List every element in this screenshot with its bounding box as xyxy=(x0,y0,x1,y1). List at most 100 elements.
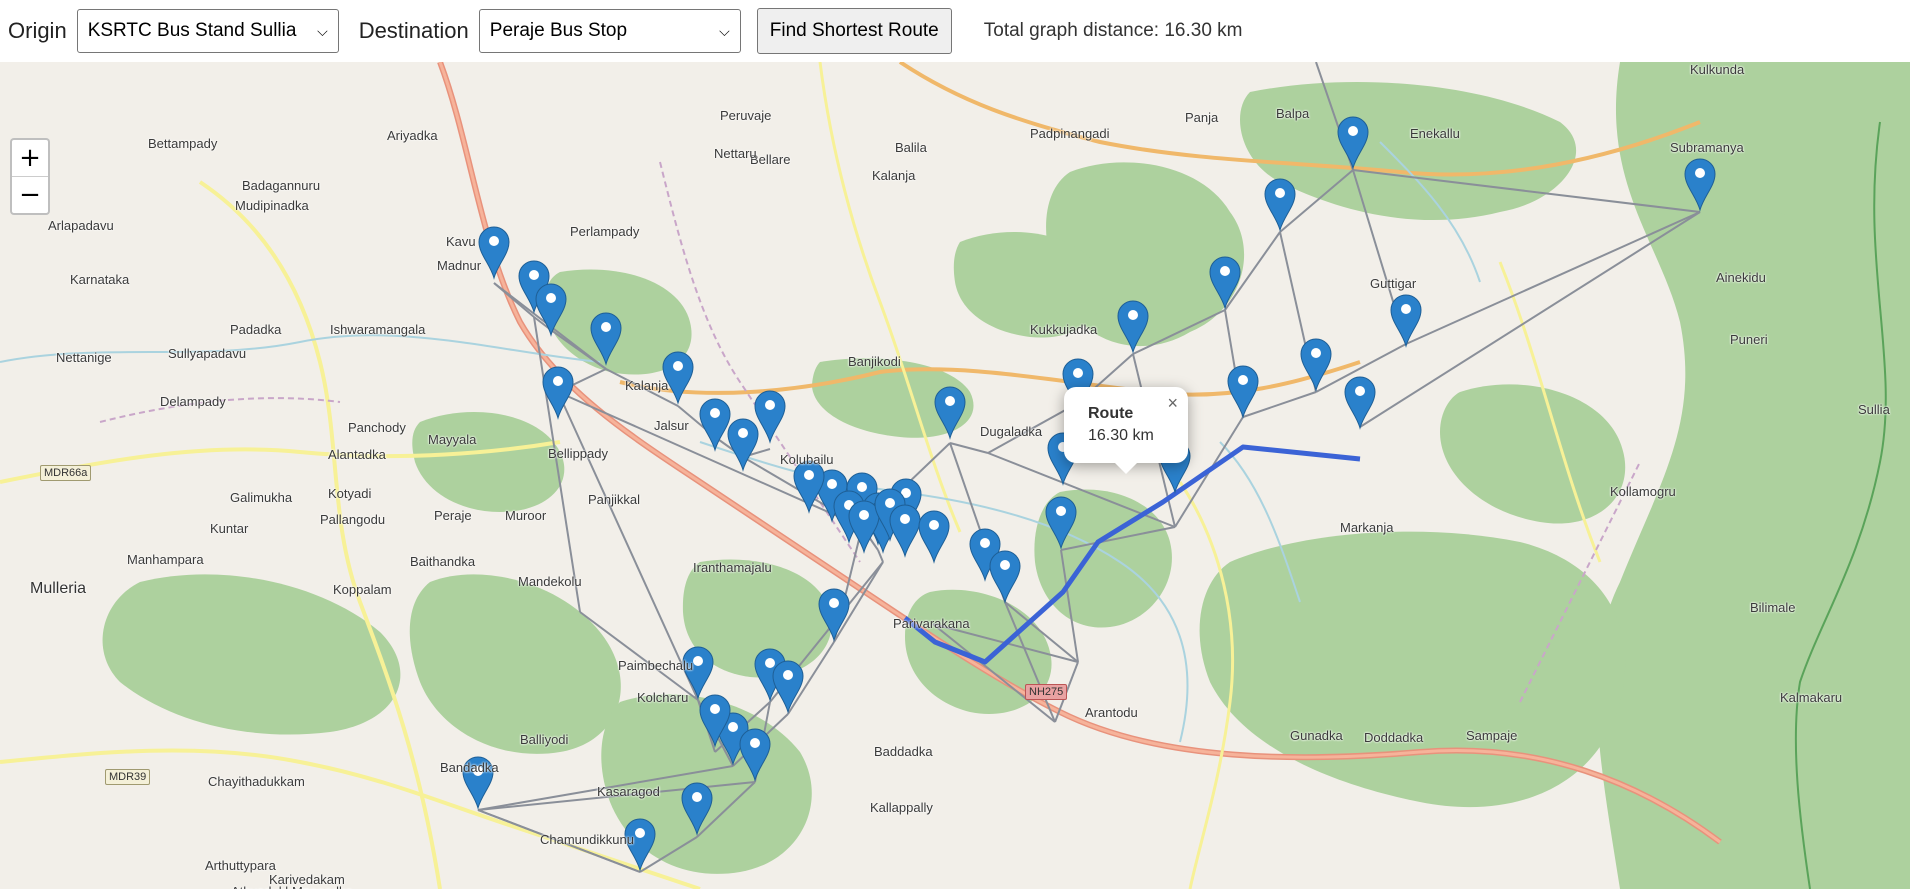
place-label: Banjikodi xyxy=(848,354,901,369)
place-label: Kavu xyxy=(446,234,476,249)
map[interactable]: KeyyuruPeruvajeBellareBalilaPadpinangadi… xyxy=(0,62,1910,889)
place-label: Badagannuru xyxy=(242,178,321,193)
chevron-down-icon: ⌵ xyxy=(719,22,730,39)
place-label: Muroor xyxy=(505,508,547,523)
place-label: Baddadka xyxy=(874,744,933,759)
bus-stop-marker-icon[interactable] xyxy=(772,660,804,714)
place-label: Karnataka xyxy=(70,272,130,287)
place-label: Perlampady xyxy=(570,224,640,239)
place-label: Chayithadukkam xyxy=(208,774,305,789)
place-label: Markanja xyxy=(1340,520,1394,535)
place-label: Dugaladka xyxy=(980,424,1043,439)
place-label: Gunadka xyxy=(1290,728,1343,743)
place-label: Puneri xyxy=(1730,332,1768,347)
place-label: Panjikkal xyxy=(588,492,641,507)
close-icon[interactable]: × xyxy=(1167,393,1178,414)
place-label: Ishwaramangala xyxy=(330,322,426,337)
place-label: Kotyadi xyxy=(328,486,372,501)
place-label: Kolcharu xyxy=(637,690,689,705)
place-label: Mudipinadka xyxy=(235,198,309,213)
destination-select[interactable]: Peraje Bus Stop ⌵ xyxy=(478,9,741,53)
place-label: Mannadka xyxy=(292,884,353,889)
place-label: Nettanige xyxy=(56,350,112,365)
place-label: Panja xyxy=(1185,110,1219,125)
origin-select-value: KSRTC Bus Stand Sullia xyxy=(87,20,297,41)
bus-stop-marker-icon[interactable] xyxy=(699,398,731,452)
place-label: Parivarakana xyxy=(893,616,970,631)
total-distance-text: Total graph distance: 16.30 km xyxy=(983,20,1243,41)
place-label: Ariyadka xyxy=(387,128,438,143)
road-shield: MDR39 xyxy=(105,769,151,785)
place-label: Chamundikkunu xyxy=(540,832,634,847)
place-label: Kuntar xyxy=(210,521,249,536)
place-label: Kukkujadka xyxy=(1030,322,1098,337)
place-label: Kalanja xyxy=(872,168,916,183)
place-label: Bellippady xyxy=(548,446,608,461)
place-label: Manhampara xyxy=(127,552,204,567)
forest-areas xyxy=(102,62,1910,889)
place-label: Balila xyxy=(895,140,927,155)
place-label: Arlapadavu xyxy=(48,218,114,233)
place-label: Bettampady xyxy=(148,136,218,151)
place-label: Bandadka xyxy=(440,760,499,775)
popup-tip xyxy=(1112,460,1140,474)
place-label: Guttigar xyxy=(1370,276,1417,291)
bus-stop-marker-icon[interactable] xyxy=(793,460,825,514)
destination-label: Destination xyxy=(358,18,469,43)
place-label: Baithandka xyxy=(410,554,476,569)
find-shortest-route-button[interactable]: Find Shortest Route xyxy=(756,8,952,54)
place-label: Balpa xyxy=(1276,106,1310,121)
place-label: Alantadka xyxy=(328,447,386,462)
place-label: Doddadka xyxy=(1364,730,1424,745)
place-label: Padpinangadi xyxy=(1030,126,1110,141)
road-shield: NH275 xyxy=(1025,684,1068,700)
road-shield: MDR66a xyxy=(40,465,92,481)
place-label: Bilimale xyxy=(1750,600,1796,615)
place-label: Enekallu xyxy=(1410,126,1460,141)
bus-stop-marker-icon[interactable] xyxy=(478,226,510,280)
zoom-out-button[interactable]: − xyxy=(12,176,48,213)
toolbar: Origin KSRTC Bus Stand Sullia ⌵ Destinat… xyxy=(0,0,1910,62)
place-label: Padadka xyxy=(230,322,282,337)
place-label: Mayyala xyxy=(428,432,477,447)
place-label: Peraje xyxy=(434,508,472,523)
place-label: Sullyapadavu xyxy=(168,346,247,361)
place-label: Subramanya xyxy=(1670,140,1744,155)
place-label: Kulkunda xyxy=(1690,62,1745,77)
origin-label: Origin xyxy=(8,18,67,43)
destination-select-value: Peraje Bus Stop xyxy=(489,20,628,41)
route-popup: Route 16.30 km × xyxy=(1064,387,1188,463)
bus-stop-marker-icon[interactable] xyxy=(754,390,786,444)
place-label: Nettaru xyxy=(714,146,757,161)
place-label: Arantodu xyxy=(1085,705,1138,720)
chevron-down-icon: ⌵ xyxy=(317,22,328,39)
place-label: Peruvaje xyxy=(720,108,772,123)
place-label: Madnur xyxy=(437,258,482,273)
place-label: Paimbechalu xyxy=(618,658,694,673)
zoom-in-button[interactable]: + xyxy=(12,140,48,176)
place-label: Delampady xyxy=(160,394,226,409)
bus-stop-marker-icon[interactable] xyxy=(1300,338,1332,392)
place-label: Kalanja xyxy=(625,378,669,393)
place-label: Galimukha xyxy=(230,490,293,505)
place-label: Pallangodu xyxy=(320,512,386,527)
place-label: Koppalam xyxy=(333,582,392,597)
bus-stop-marker-icon[interactable] xyxy=(1227,365,1259,419)
place-label: Jalsur xyxy=(654,418,689,433)
place-label: Kolubailu xyxy=(780,452,834,467)
place-label: Kasaragod xyxy=(597,784,660,799)
place-label: Ainekidu xyxy=(1716,270,1766,285)
origin-select[interactable]: KSRTC Bus Stand Sullia ⌵ xyxy=(76,9,339,53)
popup-distance: 16.30 km xyxy=(1088,427,1154,444)
place-label: Arthuttypara xyxy=(205,858,276,873)
bus-stop-marker-icon[interactable] xyxy=(918,510,950,564)
place-label: Mandekolu xyxy=(518,574,582,589)
place-label: Mulleria xyxy=(30,580,87,597)
bus-stop-marker-icon[interactable] xyxy=(542,366,574,420)
bus-stop-marker-icon[interactable] xyxy=(889,504,921,558)
bus-stop-marker-icon[interactable] xyxy=(989,550,1021,604)
place-label: Kollamogru xyxy=(1610,484,1676,499)
popup-title: Route xyxy=(1088,405,1134,422)
place-label: Sampaje xyxy=(1466,728,1518,743)
place-label: Sullia xyxy=(1858,402,1890,417)
